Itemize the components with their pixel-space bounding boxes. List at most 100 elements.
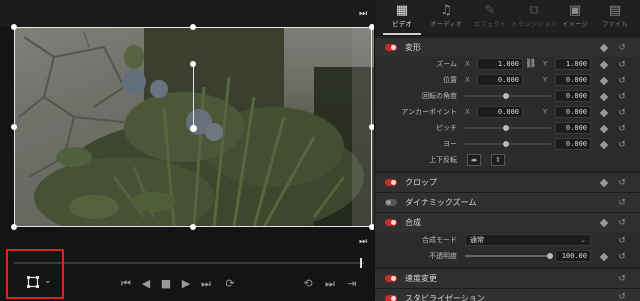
reverse-play-icon[interactable]: ◀ [138,276,154,292]
opacity-label: 不透明度 [429,252,457,260]
rotation-slider-knob[interactable] [503,93,509,99]
link-icon[interactable]: ⛓ [525,59,536,69]
keyframe-diamond-icon[interactable] [599,60,609,70]
zoom-y-axis: Y [543,60,548,68]
section-header-composite[interactable]: 合成 ↺ [375,212,640,232]
reset-icon[interactable]: ↺ [617,124,627,134]
rotation-handle[interactable] [190,61,196,67]
zoom-x-axis: X [465,60,470,68]
rotation-arm [193,64,194,128]
tab-label: オーディオ [429,20,463,28]
yaw-label: ヨー [443,140,457,148]
transform-handle-left[interactable] [11,124,17,130]
zoom-x-field[interactable]: 1.000 [477,58,523,70]
reset-icon[interactable]: ↺ [617,178,627,188]
anchor-y-field[interactable]: 0.000 [555,106,591,118]
section-header-speed-change[interactable]: 速度変更 ↺ [375,268,640,288]
composite-enable-toggle[interactable] [385,219,397,226]
flip-vertical-button[interactable]: ⇕ [491,154,505,166]
inspector-panel: ▦ ビデオ ♫ オーディオ ✎ エフェクト ⧉ トランジション ▣ イメージ ▤… [374,0,640,301]
next-edit-icon[interactable]: ⇥ [344,276,360,292]
reset-icon[interactable]: ↺ [617,198,627,208]
opacity-field[interactable]: 100.00 [555,250,591,262]
zoom-y-field[interactable]: 1.000 [555,58,591,70]
keyframe-diamond-icon[interactable] [599,140,609,150]
anchor-label: アンカーポイント [401,108,457,116]
music-note-icon: ♫ [440,3,452,18]
reset-icon[interactable]: ↺ [617,236,627,246]
keyframe-diamond-icon[interactable] [599,124,609,134]
tab-image[interactable]: ▣ イメージ [553,3,597,35]
reset-icon[interactable]: ↺ [617,140,627,150]
transform-handle-top[interactable] [190,24,196,30]
jump-start-icon[interactable]: ⏮ [118,276,134,292]
anchor-point-handle[interactable] [190,125,197,132]
transform-body: ズーム X 1.000 ⛓ Y 1.000 ↺ 位置 X 0.000 Y 0.0… [375,57,640,170]
first-frame-edge-icon[interactable]: ⏭ [358,237,368,247]
transform-handle-top-left[interactable] [11,24,17,30]
reset-icon[interactable]: ↺ [617,252,627,262]
transform-mode-icon[interactable] [26,275,40,289]
rotation-field[interactable]: 0.000 [555,90,591,102]
section-title: 速度変更 [405,274,437,283]
section-title: 合成 [405,218,421,227]
loop-icon[interactable]: ⟳ [222,276,238,292]
tab-video[interactable]: ▦ ビデオ [380,3,424,35]
anchor-x-field[interactable]: 0.000 [477,106,523,118]
composite-mode-select[interactable]: 通常 ⌄ [465,234,591,246]
reset-icon[interactable]: ↺ [617,60,627,70]
chevron-down-icon[interactable]: ⌄ [44,276,54,286]
reset-icon[interactable]: ↺ [617,274,627,284]
playhead[interactable] [360,258,362,268]
position-y-axis: Y [543,76,548,84]
keyframe-diamond-icon[interactable] [599,108,609,118]
pitch-slider-knob[interactable] [503,125,509,131]
reset-icon[interactable]: ↺ [617,292,627,301]
rotation-label: 回転の角度 [422,92,457,100]
keyframe-diamond-icon[interactable] [599,178,609,188]
opacity-slider-knob[interactable] [547,253,553,259]
yaw-slider-knob[interactable] [503,141,509,147]
reset-icon[interactable]: ↺ [617,76,627,86]
flip-horizontal-button[interactable]: ◂▸ [467,154,481,166]
keyframe-diamond-icon[interactable] [599,218,609,228]
reset-icon[interactable]: ↺ [617,218,627,228]
transform-handle-bottom-left[interactable] [11,224,17,230]
pitch-field[interactable]: 0.000 [555,122,591,134]
tab-effects[interactable]: ✎ エフェクト [468,3,512,35]
prev-edit-icon[interactable]: ⏭ [322,276,338,292]
tab-file[interactable]: ▤ ファイル [593,3,637,35]
scrub-bar[interactable] [14,262,364,264]
anchor-y-axis: Y [543,108,548,116]
speed-change-enable-toggle[interactable] [385,275,397,282]
last-frame-icon[interactable]: ⏭ [358,9,368,19]
dynamic-zoom-enable-toggle[interactable] [385,199,397,206]
keyframe-diamond-icon[interactable] [599,252,609,262]
keyframe-diamond-icon[interactable] [599,43,609,53]
section-header-transform[interactable]: 変形 ↺ [375,37,640,57]
stop-icon[interactable]: ■ [158,276,174,292]
keyframe-diamond-icon[interactable] [599,92,609,102]
section-header-stabilization[interactable]: スタビライゼーション ↺ [375,288,640,301]
crop-enable-toggle[interactable] [385,179,397,186]
stabilization-enable-toggle[interactable] [385,295,397,301]
position-y-field[interactable]: 0.000 [555,74,591,86]
section-header-crop[interactable]: クロップ ↺ [375,172,640,192]
transform-enable-toggle[interactable] [385,44,397,51]
timeline-viewer: ⏭ ⏭ ⏮ ◀ ■ ▶ ⏭ ⟳ ⟲ ⏭ ⇥ ⌄ [0,0,375,301]
reset-icon[interactable]: ↺ [617,43,627,53]
keyframe-diamond-icon[interactable] [599,76,609,86]
transform-handle-bottom[interactable] [190,224,196,230]
play-icon[interactable]: ▶ [178,276,194,292]
jump-end-icon[interactable]: ⏭ [198,276,214,292]
yaw-field[interactable]: 0.000 [555,138,591,150]
tab-audio[interactable]: ♫ オーディオ [424,3,468,35]
reset-icon[interactable]: ↺ [617,108,627,118]
reset-icon[interactable]: ↺ [617,92,627,102]
section-title: クロップ [405,178,437,187]
match-frame-icon[interactable]: ⟲ [300,276,316,292]
section-title: ダイナミックズーム [405,198,477,207]
position-x-field[interactable]: 0.000 [477,74,523,86]
opacity-slider[interactable] [465,255,551,257]
section-header-dynamic-zoom[interactable]: ダイナミックズーム ↺ [375,192,640,212]
